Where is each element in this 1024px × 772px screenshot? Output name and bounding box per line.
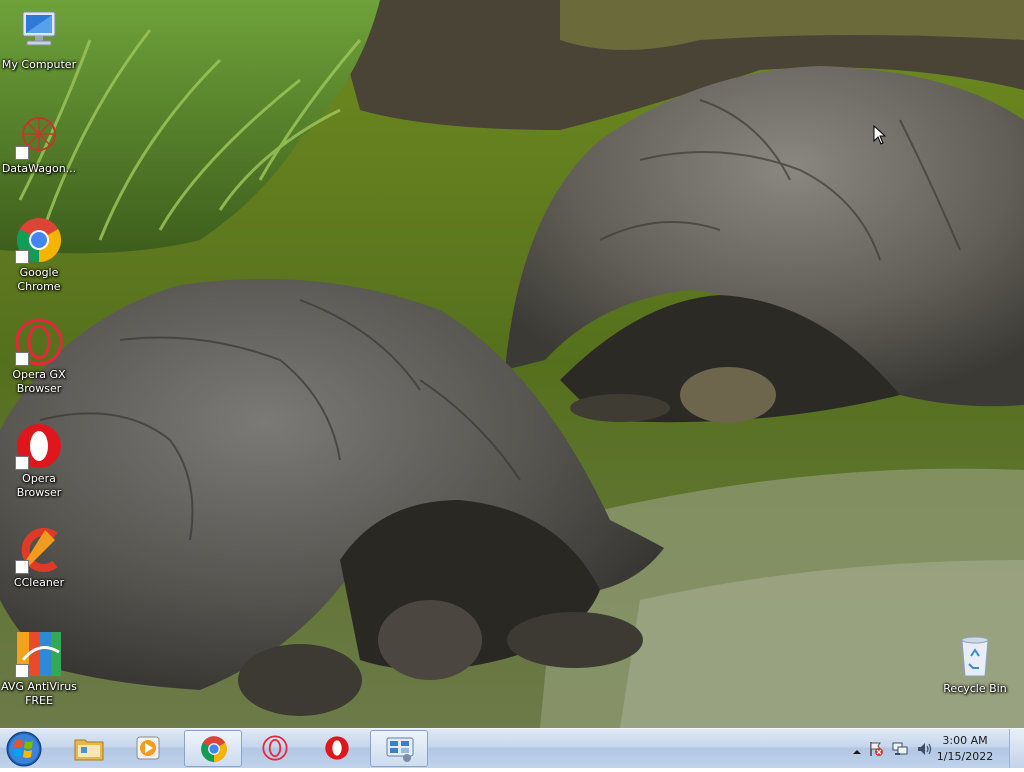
- desktop-icon-google-chrome[interactable]: Google Chrome: [1, 216, 77, 294]
- shortcut-arrow-icon: [15, 250, 29, 264]
- shortcut-arrow-icon: [15, 456, 29, 470]
- taskbar: 3:00 AM 1/15/2022: [0, 728, 1024, 768]
- network-app-icon: [386, 737, 414, 762]
- mouse-cursor-icon: [873, 125, 887, 145]
- desktop-icon-label: My Computer: [1, 58, 77, 71]
- desktop-icon-recycle-bin[interactable]: Recycle Bin: [937, 632, 1013, 696]
- desktop-icon-label: Google Chrome: [17, 266, 61, 293]
- taskbar-google-chrome[interactable]: [184, 730, 242, 767]
- avg-icon: [15, 630, 63, 678]
- shortcut-arrow-icon: [15, 352, 29, 366]
- system-tray: 3:00 AM 1/15/2022: [844, 729, 1024, 768]
- desktop-icon-datawagon[interactable]: DataWagon...: [1, 112, 77, 176]
- taskbar-file-explorer[interactable]: [60, 730, 118, 767]
- action-center-flag-icon[interactable]: [868, 741, 884, 761]
- taskbar-opera-gx[interactable]: [246, 730, 304, 767]
- shortcut-arrow-icon: [15, 146, 29, 160]
- opera-gx-icon: [15, 318, 63, 366]
- desktop-icon-label: Opera Browser: [16, 472, 62, 499]
- file-explorer-icon: [74, 739, 104, 761]
- opera-icon: [325, 736, 349, 760]
- taskbar-network-app[interactable]: [370, 730, 428, 767]
- desktop-icon-label: CCleaner: [13, 576, 65, 589]
- computer-icon: [15, 8, 63, 56]
- network-icon[interactable]: [892, 741, 908, 761]
- desktop-icon-opera-gx[interactable]: Opera GX Browser: [1, 318, 77, 396]
- shortcut-arrow-icon: [15, 560, 29, 574]
- show-desktop-button[interactable]: [1009, 729, 1024, 768]
- shortcut-arrow-icon: [15, 664, 29, 678]
- taskbar-opera[interactable]: [308, 730, 366, 767]
- opera-gx-icon: [262, 735, 288, 761]
- desktop-icon-avg-antivirus[interactable]: AVG AntiVirus FREE: [1, 630, 77, 708]
- desktop-icon-label: Recycle Bin: [943, 682, 1007, 695]
- clock-date: 1/15/2022: [936, 750, 994, 763]
- chrome-icon: [15, 216, 63, 264]
- recycle-bin-icon: [951, 632, 999, 680]
- desktop-wallpaper: [0, 0, 1024, 728]
- desktop-icon-label: Opera GX Browser: [12, 368, 66, 395]
- desktop-icon-ccleaner[interactable]: CCleaner: [1, 526, 77, 590]
- clock-time: 3:00 AM: [942, 734, 988, 747]
- media-player-icon: [136, 736, 160, 760]
- ccleaner-icon: [15, 526, 63, 574]
- show-hidden-icons-chevron[interactable]: [852, 742, 862, 761]
- taskbar-media-player[interactable]: [120, 730, 178, 767]
- datawagon-icon: [15, 112, 63, 160]
- windows-start-icon: [6, 731, 42, 767]
- desktop-icon-opera[interactable]: Opera Browser: [1, 422, 77, 500]
- chrome-icon: [201, 736, 227, 762]
- desktop-icon-my-computer[interactable]: My Computer: [1, 8, 77, 72]
- taskbar-clock[interactable]: 3:00 AM 1/15/2022: [930, 733, 1000, 765]
- desktop-icon-label: DataWagon...: [1, 162, 77, 175]
- start-button[interactable]: [4, 730, 48, 768]
- desktop-icon-label: AVG AntiVirus FREE: [1, 680, 77, 707]
- opera-icon: [15, 422, 63, 470]
